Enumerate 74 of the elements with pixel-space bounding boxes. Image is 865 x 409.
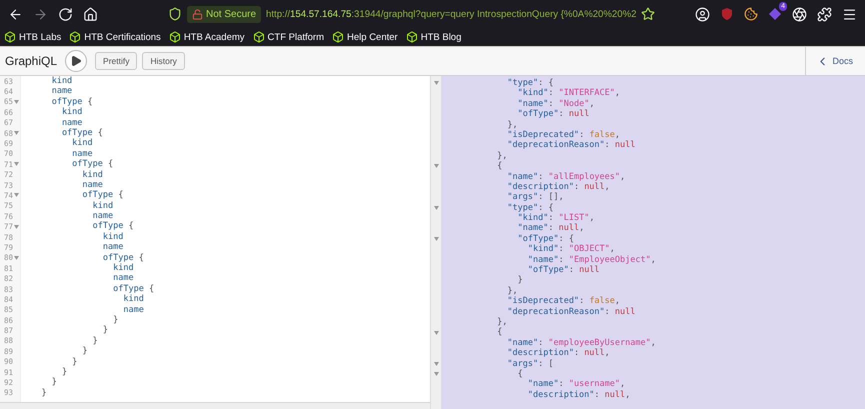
code-line: "ofType": null	[526, 265, 600, 276]
code-line: }	[40, 388, 47, 398]
bookmark-link[interactable]: HTB Labs	[4, 31, 62, 43]
code-line: kind	[112, 263, 134, 274]
app-title: GraphiQL	[5, 54, 58, 68]
code-line: name	[81, 180, 103, 190]
code-line: "description": null,	[506, 182, 610, 192]
code-line: {	[496, 161, 502, 172]
code-line: {	[496, 327, 502, 338]
code-line: name	[50, 86, 72, 97]
code-line: }	[102, 325, 108, 336]
code-line: }	[50, 377, 57, 388]
bookmark-link[interactable]: CTF Platform	[252, 31, 324, 43]
bookmark-link[interactable]: HTB Academy	[168, 31, 245, 43]
code-line: name	[71, 148, 93, 160]
code-line: {	[516, 368, 523, 380]
code-line: "kind": "INTERFACE",	[516, 88, 620, 99]
code-line: },	[496, 316, 508, 328]
code-line: "isDeprecated": false,	[506, 296, 620, 307]
code-line: ofType {	[92, 221, 134, 232]
code-line: "name": "username",	[526, 379, 626, 390]
code-line: name	[122, 304, 144, 315]
code-line: name	[102, 242, 124, 253]
code-line: ofType {	[112, 284, 154, 294]
code-line: "isDeprecated": false,	[506, 130, 620, 140]
code-line: name	[92, 211, 114, 222]
code-line: kind	[81, 170, 103, 180]
code-line: }	[92, 336, 98, 346]
code-line: }	[112, 314, 118, 326]
code-line: "name": "Node",	[516, 98, 594, 110]
code-line: "ofType": null	[516, 109, 590, 120]
code-line: }	[516, 275, 523, 286]
code-line: "deprecationReason": null	[506, 140, 636, 151]
code-line: },	[496, 150, 508, 162]
code-line: }	[81, 346, 88, 357]
code-line: "name": "EmployeeObject",	[526, 254, 656, 266]
code-line: "name": "employeeByUsername",	[506, 338, 656, 348]
bookmark-link[interactable]: Help Center	[332, 31, 398, 43]
code-line: kind	[71, 138, 93, 149]
code-line: "description": null,	[526, 390, 630, 400]
code-line: kind	[60, 107, 82, 118]
url-field[interactable]: http://154.57.164.75:31944/graphql?query=query IntrospectionQuery {%0A%20%20%2	[266, 8, 636, 20]
code-line: ofType {	[102, 252, 144, 264]
bookmark-link[interactable]: HTB Blog	[406, 31, 462, 43]
code-line: },	[506, 286, 518, 296]
code-line: "deprecationReason": null	[506, 306, 636, 317]
code-line: },	[506, 120, 518, 130]
code-line: ofType {	[71, 159, 114, 170]
code-line: "args": [	[506, 358, 554, 369]
toolbar-button[interactable]: Prettify	[95, 52, 138, 70]
code-line: "description": null,	[506, 348, 610, 359]
code-line: "name": "allEmployees",	[506, 172, 626, 182]
code-line: }	[60, 366, 68, 378]
code-line: "type": {	[506, 78, 554, 88]
code-line: ofType {	[60, 128, 103, 138]
code-line: kind	[50, 76, 72, 86]
code-line: "kind": "LIST",	[516, 213, 594, 224]
bookmark-link[interactable]: HTB Certifications	[69, 31, 161, 43]
not-secure-badge[interactable]: Not Secure	[187, 6, 262, 22]
code-line: name	[60, 118, 82, 128]
code-line: "kind": "OBJECT",	[526, 244, 615, 255]
code-line: kind	[102, 232, 124, 242]
code-line: kind	[92, 200, 114, 212]
code-line: }	[71, 356, 78, 367]
code-line: ofType {	[50, 96, 93, 108]
code-line: "args": [],	[506, 192, 564, 203]
code-line: "name": null,	[516, 223, 584, 234]
code-line: name	[112, 273, 134, 284]
code-line: ofType {	[81, 190, 124, 201]
security-label: Not Secure	[206, 8, 256, 20]
code-line: "type": {	[506, 202, 554, 214]
code-line: kind	[122, 294, 144, 305]
toolbar-button[interactable]: History	[142, 52, 185, 70]
code-line: "ofType": {	[516, 234, 574, 244]
